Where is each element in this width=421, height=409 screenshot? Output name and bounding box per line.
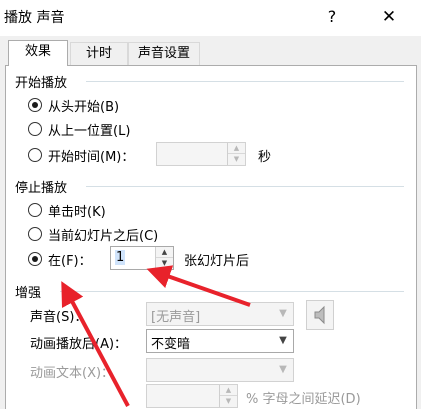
arrow-to-enhance (61, 281, 130, 407)
annotation-arrows (61, 265, 251, 407)
arrow-to-slides-count (146, 265, 251, 307)
